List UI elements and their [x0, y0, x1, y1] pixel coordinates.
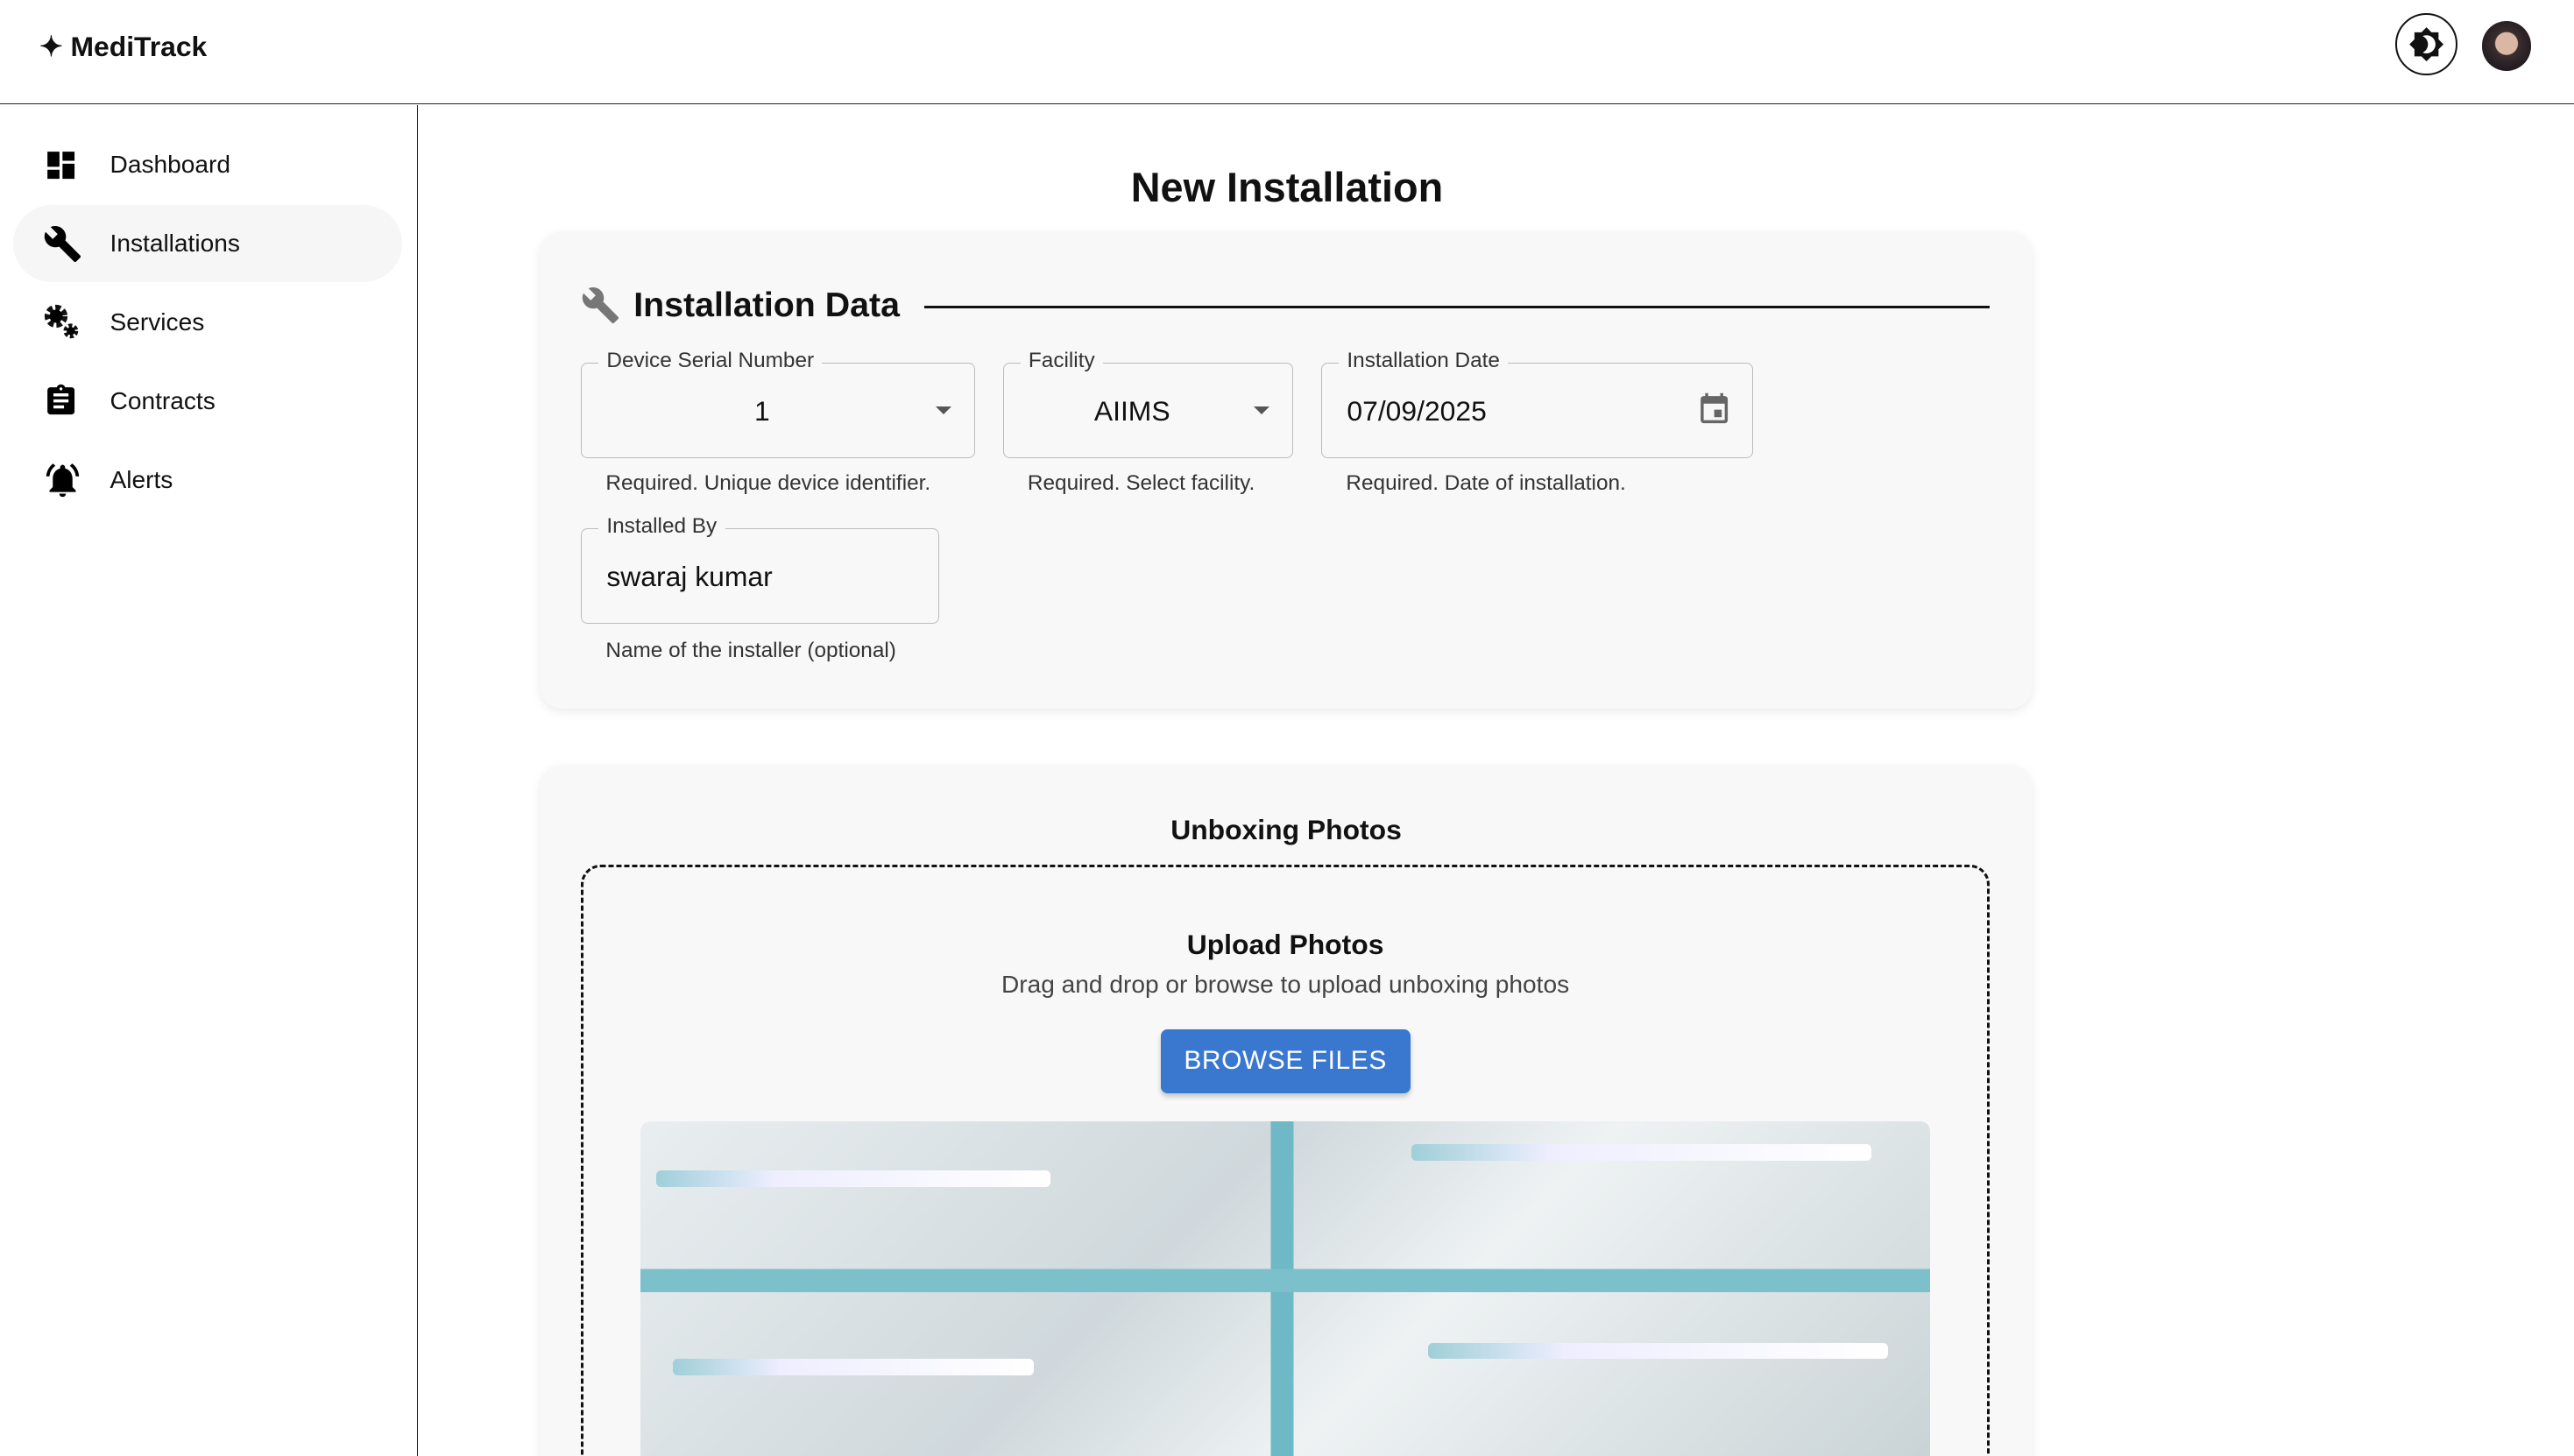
page-title: New Installation	[1130, 165, 1444, 211]
sidebar-item-installations[interactable]: Installations	[12, 205, 403, 283]
bell-icon	[46, 463, 79, 497]
section-title: Unboxing Photos	[1170, 814, 1402, 846]
installation-date-field[interactable]: Installation Date 07/09/2025	[1321, 349, 1754, 458]
divider	[923, 305, 1990, 308]
installation-data-card: Installation Data Device Serial Number 1…	[540, 231, 2033, 710]
upload-subtitle: Drag and drop or browse to upload unboxi…	[1001, 971, 1570, 999]
unboxing-photo	[640, 1120, 1931, 1456]
sidebar-item-services[interactable]: Services	[13, 284, 402, 361]
wrench-icon	[44, 225, 81, 262]
facility-select[interactable]: Facility AIIMS	[1002, 349, 1294, 458]
sidebar: Dashboard Installations Services Contrac…	[0, 104, 418, 1456]
app-logo[interactable]: ✦ MediTrack	[39, 30, 207, 63]
sidebar-item-alerts[interactable]: Alerts	[13, 442, 402, 519]
clipboard-icon	[46, 385, 74, 415]
sidebar-item-contracts[interactable]: Contracts	[13, 363, 402, 440]
calendar-icon[interactable]	[1696, 392, 1732, 428]
serial-number-select[interactable]: Device Serial Number 1	[581, 349, 975, 458]
upload-title: Upload Photos	[1186, 928, 1384, 960]
section-title: Installation Data	[581, 286, 900, 325]
theme-toggle-button[interactable]	[2394, 12, 2457, 76]
wrench-icon	[583, 287, 619, 324]
brightness-icon	[2408, 27, 2443, 62]
browse-files-button[interactable]: BROWSE FILES	[1160, 1028, 1411, 1093]
user-avatar[interactable]	[2482, 21, 2532, 71]
installed-by-input[interactable]: Installed By swaraj kumar	[581, 514, 939, 624]
top-bar: ✦ MediTrack	[0, 0, 2574, 105]
chevron-down-icon	[935, 406, 951, 414]
gears-icon	[44, 304, 78, 338]
chevron-down-icon	[1254, 406, 1270, 414]
